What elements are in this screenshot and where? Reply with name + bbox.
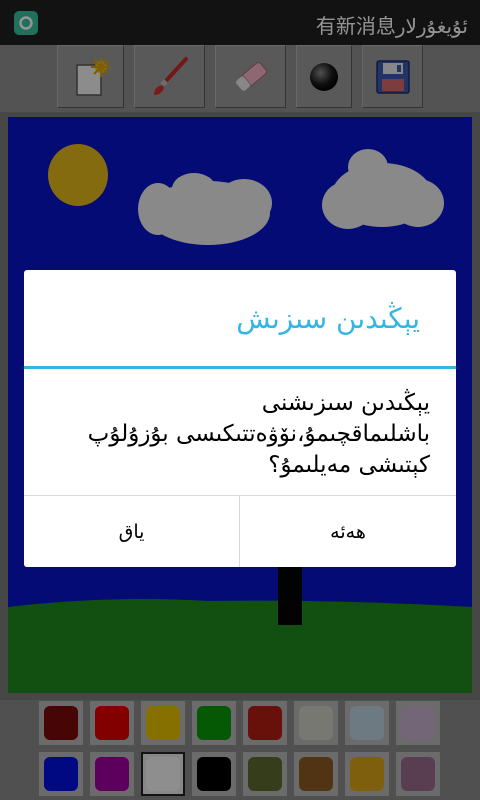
dialog-button-bar: ياق ھەئە: [24, 495, 456, 567]
dialog-title-divider: [24, 366, 456, 369]
dialog-title: يېڭىدىن سىزىش: [236, 301, 420, 335]
dialog-message: يېڭىدىن سىزىشنى باشلىماقچىمۇ،نۆۋەتتىكىسى…: [87, 390, 430, 478]
new-drawing-dialog: يېڭىدىن سىزىش يېڭىدىن سىزىشنى باشلىماقچى…: [24, 270, 456, 567]
dialog-positive-button[interactable]: ھەئە: [240, 496, 456, 567]
dialog-negative-button[interactable]: ياق: [24, 496, 240, 567]
app-screen: 有新消息ئۇيغۇرلار يېڭىدىن سىزىش يېڭىدىن سىزى…: [0, 0, 480, 800]
